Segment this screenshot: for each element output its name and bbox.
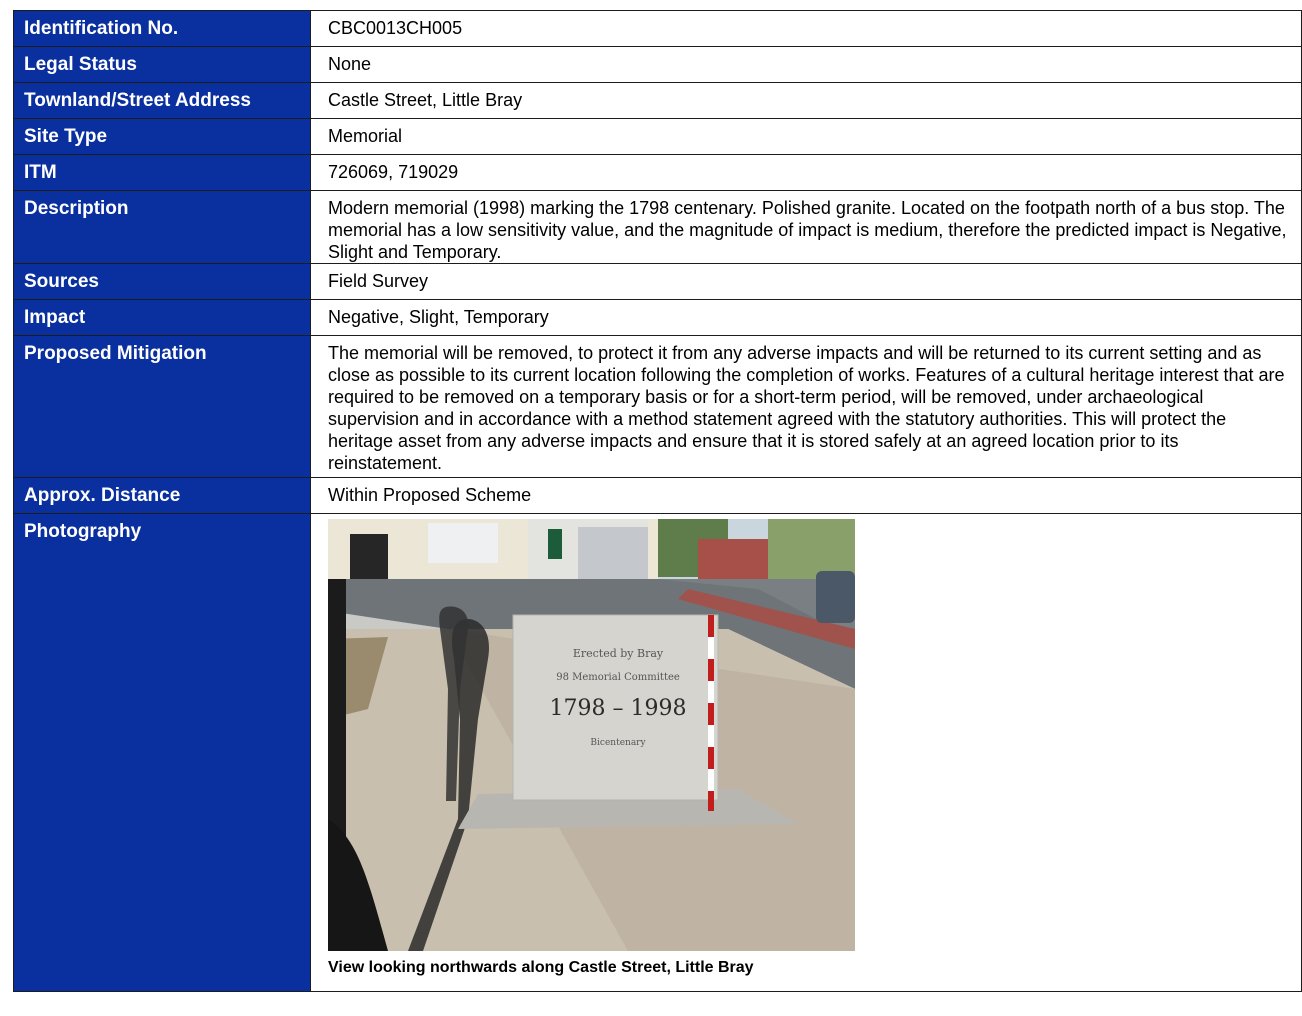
table-row: Site Type Memorial [13, 118, 1302, 155]
row-label: Proposed Mitigation [13, 335, 311, 478]
row-label: Approx. Distance [13, 477, 311, 514]
memorial-inscription-line2: 98 Memorial Committee [556, 672, 680, 683]
row-value: CBC0013CH005 [310, 10, 1302, 47]
row-value: None [310, 46, 1302, 83]
row-value: Modern memorial (1998) marking the 1798 … [310, 190, 1302, 264]
site-record-table: Identification No. CBC0013CH005 Legal St… [13, 10, 1302, 992]
table-row: ITM 726069, 719029 [13, 154, 1302, 191]
table-row: Townland/Street Address Castle Street, L… [13, 82, 1302, 119]
table-row: Impact Negative, Slight, Temporary [13, 299, 1302, 336]
memorial-inscription-line1: Erected by Bray [573, 647, 664, 660]
table-row: Description Modern memorial (1998) marki… [13, 190, 1302, 264]
table-row: Legal Status None [13, 46, 1302, 83]
table-row: Proposed Mitigation The memorial will be… [13, 335, 1302, 478]
row-value: Memorial [310, 118, 1302, 155]
row-label: Legal Status [13, 46, 311, 83]
row-label: Photography [13, 513, 311, 992]
row-value: Field Survey [310, 263, 1302, 300]
table-row: Identification No. CBC0013CH005 [13, 10, 1302, 47]
table-row: Sources Field Survey [13, 263, 1302, 300]
photo-caption: View looking northwards along Castle Str… [328, 959, 754, 976]
row-label: Impact [13, 299, 311, 336]
row-label: ITM [13, 154, 311, 191]
row-value: Castle Street, Little Bray [310, 82, 1302, 119]
row-value: Negative, Slight, Temporary [310, 299, 1302, 336]
row-label: Townland/Street Address [13, 82, 311, 119]
row-value: 726069, 719029 [310, 154, 1302, 191]
photo-cell: Erected by Bray 98 Memorial Committee 17… [310, 513, 1302, 992]
row-label: Site Type [13, 118, 311, 155]
memorial-photo: Erected by Bray 98 Memorial Committee 17… [328, 519, 855, 951]
row-label: Description [13, 190, 311, 264]
memorial-inscription-years: 1798 – 1998 [550, 696, 687, 721]
row-value: Within Proposed Scheme [310, 477, 1302, 514]
table-row: Approx. Distance Within Proposed Scheme [13, 477, 1302, 514]
table-row-photography: Photography Erected by Bray 98 Memorial … [13, 513, 1302, 992]
row-value: The memorial will be removed, to protect… [310, 335, 1302, 478]
row-label: Identification No. [13, 10, 311, 47]
memorial-inscription-line4: Bicentenary [590, 738, 646, 748]
row-label: Sources [13, 263, 311, 300]
record-sheet: Identification No. CBC0013CH005 Legal St… [13, 10, 1302, 992]
